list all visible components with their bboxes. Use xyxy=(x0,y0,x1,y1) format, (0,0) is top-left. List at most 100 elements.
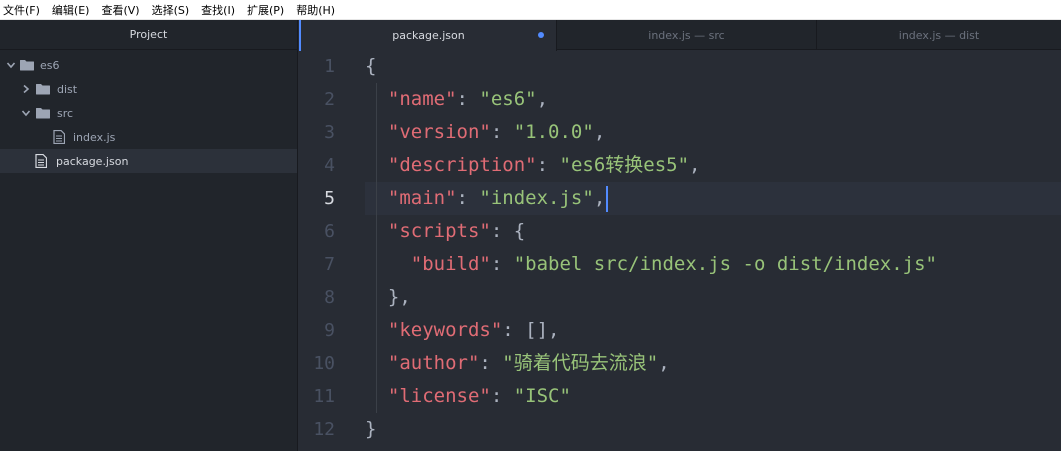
json-punctuation: : { xyxy=(490,220,526,242)
json-key: "main" xyxy=(387,187,457,209)
tree-item-es6[interactable]: es6 xyxy=(0,53,297,77)
json-string: "1.0.0" xyxy=(513,121,594,143)
json-string: "es6转换es5" xyxy=(559,154,690,176)
code-line[interactable]: "scripts": { xyxy=(365,215,1061,248)
json-punctuation: { xyxy=(365,55,377,77)
line-number: 12 xyxy=(313,419,335,440)
json-string: "ISC" xyxy=(513,385,571,407)
line-number: 9 xyxy=(324,320,335,341)
json-key: "author" xyxy=(387,352,480,374)
menu-packages[interactable]: 扩展(P) xyxy=(247,2,284,18)
folder-open-icon xyxy=(20,59,34,71)
json-string: "es6" xyxy=(479,88,537,110)
code-line[interactable]: "version": "1.0.0", xyxy=(365,116,1061,149)
code-line[interactable]: } xyxy=(365,413,1061,446)
code-line[interactable]: "description": "es6转换es5", xyxy=(365,149,1061,182)
json-key: "license" xyxy=(387,385,491,407)
json-punctuation: , xyxy=(593,187,606,209)
menu-find[interactable]: 查找(I) xyxy=(201,2,235,18)
json-string: "骑着代码去流浪" xyxy=(502,352,659,374)
indent-guide xyxy=(376,215,377,248)
json-punctuation: }, xyxy=(365,286,411,308)
line-number: 3 xyxy=(324,122,335,143)
indent-guide xyxy=(376,248,377,281)
chevron-right-icon[interactable] xyxy=(21,84,31,94)
menu-edit[interactable]: 编辑(E) xyxy=(52,2,90,18)
json-punctuation: : xyxy=(456,187,480,209)
tree-item-index-js[interactable]: index.js xyxy=(0,125,297,149)
json-key: "description" xyxy=(387,154,537,176)
json-punctuation: : xyxy=(490,121,514,143)
json-punctuation: , xyxy=(536,88,549,110)
indent-guide xyxy=(376,149,377,182)
line-number: 2 xyxy=(324,89,335,110)
code-line[interactable]: "keywords": [], xyxy=(365,314,1061,347)
project-panel-title: Project xyxy=(0,20,297,50)
indent-guide xyxy=(376,347,377,380)
tree-item-label: index.js xyxy=(73,130,116,144)
indent-guide xyxy=(376,83,377,116)
file-icon xyxy=(53,130,65,144)
json-punctuation: : xyxy=(479,352,503,374)
file-icon xyxy=(35,154,47,168)
tab-index-js-dist[interactable]: index.js — dist xyxy=(817,20,1061,50)
code-lines[interactable]: { "name": "es6", "version": "1.0.0", "de… xyxy=(365,50,1061,446)
editor-pane: package.json index.js — src index.js — d… xyxy=(299,20,1061,451)
json-punctuation: , xyxy=(658,352,670,374)
tree-item-dist[interactable]: dist xyxy=(0,77,297,101)
json-punctuation: : xyxy=(456,88,480,110)
chevron-down-icon[interactable] xyxy=(6,60,16,70)
menu-help[interactable]: 帮助(H) xyxy=(296,2,335,18)
chevron-down-icon[interactable] xyxy=(21,108,31,118)
code-line[interactable]: "name": "es6", xyxy=(365,83,1061,116)
code-line[interactable]: "author": "骑着代码去流浪", xyxy=(365,347,1061,380)
line-number: 6 xyxy=(324,221,335,242)
json-punctuation: : xyxy=(490,385,514,407)
code-line[interactable]: "build": "babel src/index.js -o dist/ind… xyxy=(365,248,1061,281)
tab-label: index.js — dist xyxy=(898,28,980,42)
code-line[interactable]: { xyxy=(365,50,1061,83)
json-punctuation xyxy=(365,253,411,275)
json-key: "keywords" xyxy=(387,319,503,341)
line-number: 11 xyxy=(313,386,335,407)
json-string: "index.js" xyxy=(479,187,594,209)
json-punctuation: , xyxy=(689,154,701,176)
json-punctuation: } xyxy=(365,418,377,440)
tree-item-package-json[interactable]: package.json xyxy=(0,149,297,173)
file-tree: es6 dist src index.js package.json xyxy=(0,50,297,173)
code-line[interactable]: "license": "ISC" xyxy=(365,380,1061,413)
line-number: 4 xyxy=(324,155,335,176)
menu-view[interactable]: 查看(V) xyxy=(101,2,139,18)
line-number: 1 xyxy=(324,56,335,77)
indent-guide xyxy=(376,314,377,347)
indent-guide xyxy=(376,281,377,314)
indent-guide xyxy=(376,116,377,149)
tree-item-label: package.json xyxy=(56,154,129,168)
json-key: "build" xyxy=(410,253,491,275)
json-key: "version" xyxy=(387,121,491,143)
json-punctuation: : xyxy=(490,253,514,275)
line-number-gutter: 1 2 3 4 5 6 7 8 9 10 11 12 xyxy=(299,50,349,446)
indent-guide xyxy=(376,182,377,215)
tab-bar: package.json index.js — src index.js — d… xyxy=(299,20,1061,51)
tree-item-src[interactable]: src xyxy=(0,101,297,125)
folder-open-icon xyxy=(36,107,50,119)
code-line[interactable]: }, xyxy=(365,281,1061,314)
modified-indicator-icon[interactable] xyxy=(538,32,544,38)
line-number: 5 xyxy=(324,188,335,209)
json-key: "name" xyxy=(387,88,457,110)
text-cursor xyxy=(606,185,609,212)
json-key: "scripts" xyxy=(387,220,491,242)
menu-bar: 文件(F) 编辑(E) 查看(V) 选择(S) 查找(I) 扩展(P) 帮助(H… xyxy=(0,0,1061,20)
menu-file[interactable]: 文件(F) xyxy=(3,2,40,18)
tab-package-json[interactable]: package.json xyxy=(299,20,557,51)
line-number: 8 xyxy=(324,287,335,308)
project-panel: Project es6 dist src index.js package.js… xyxy=(0,20,298,451)
line-number: 10 xyxy=(313,353,335,374)
code-line[interactable]: "main": "index.js", xyxy=(365,182,1061,215)
json-punctuation: : [], xyxy=(502,319,560,341)
tree-item-label: src xyxy=(57,106,74,120)
json-punctuation: , xyxy=(593,121,606,143)
menu-selection[interactable]: 选择(S) xyxy=(152,2,190,18)
tab-index-js-src[interactable]: index.js — src xyxy=(557,20,817,50)
